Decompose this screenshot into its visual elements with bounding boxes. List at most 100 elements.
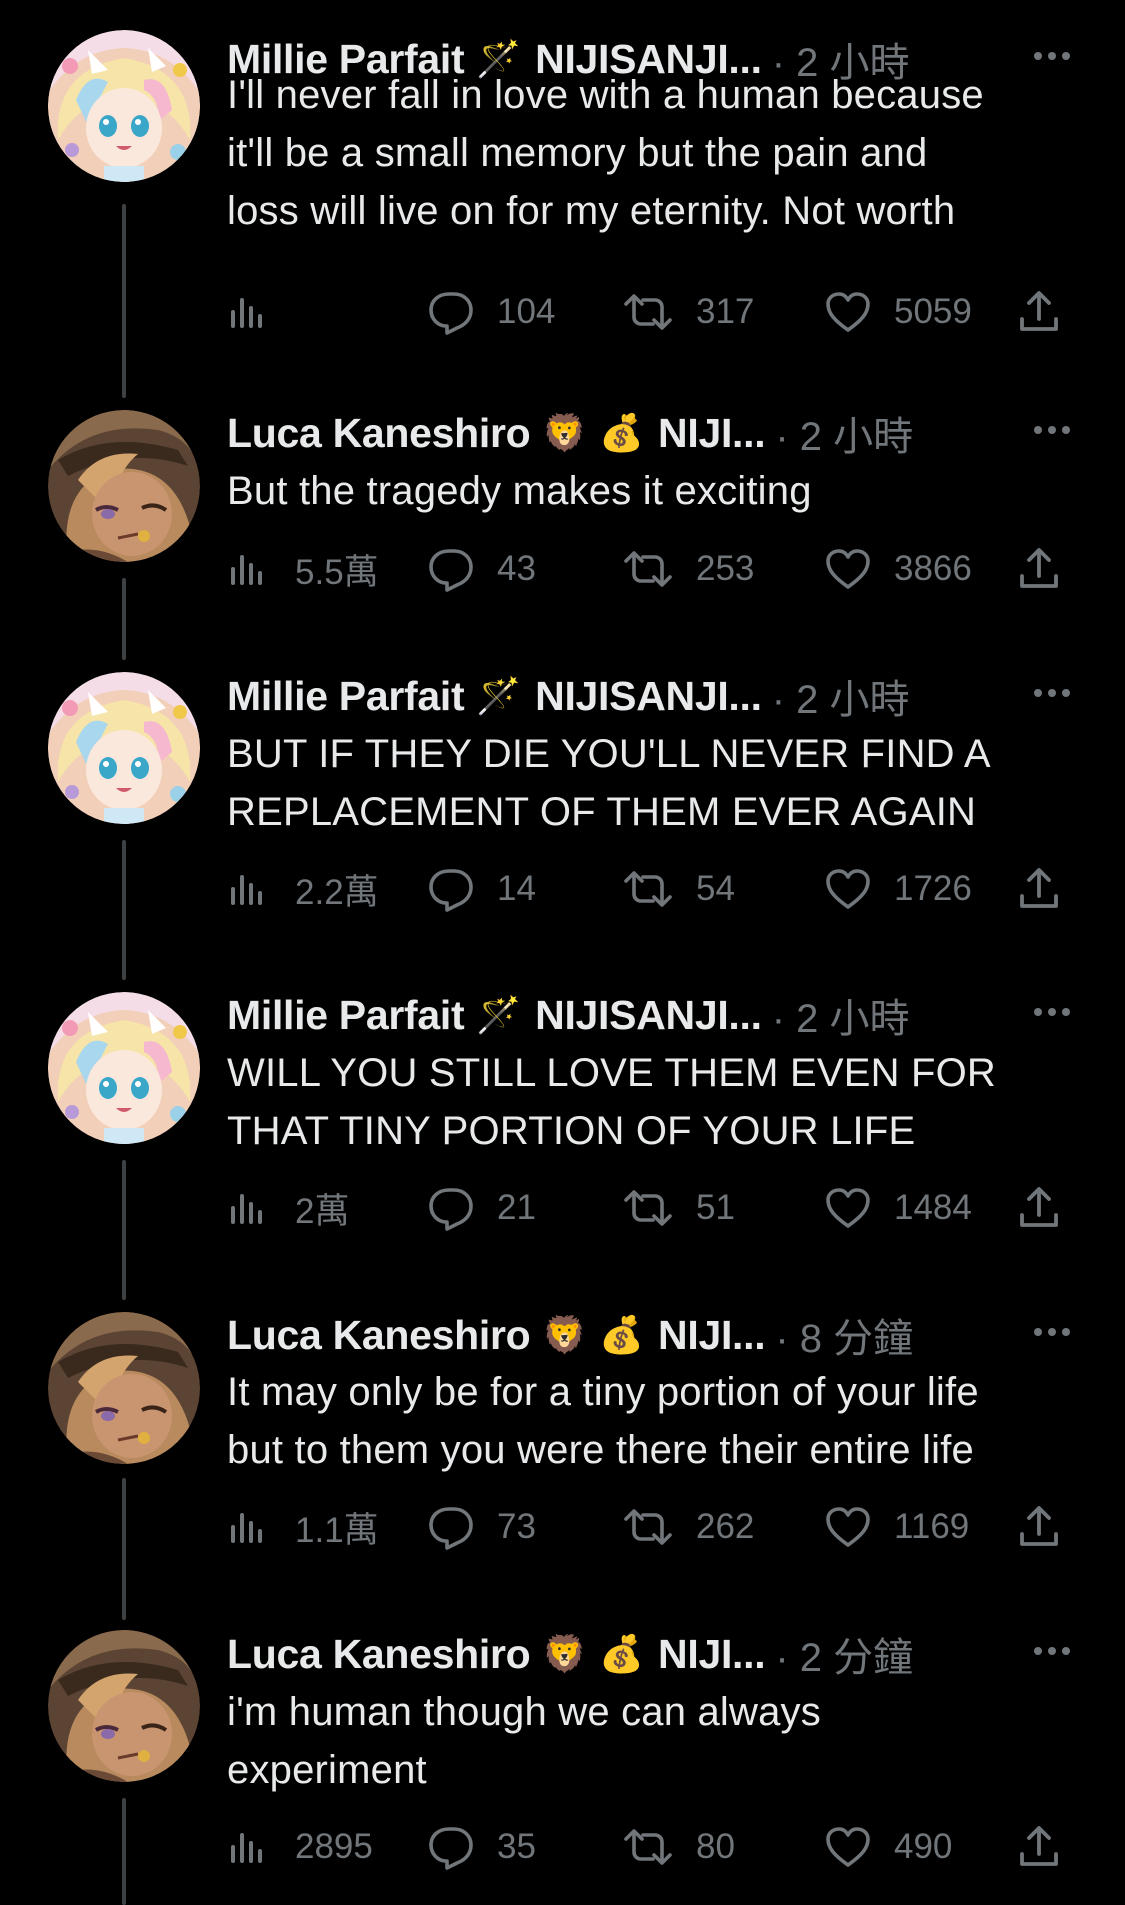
tweet-text: But the tragedy makes it exciting: [227, 462, 1085, 520]
retweet-icon: [622, 1505, 674, 1549]
author-name-suffix[interactable]: NIJI...: [658, 1312, 766, 1359]
avatar[interactable]: [48, 1312, 200, 1464]
tweet-actions: 104 317 5059: [227, 282, 1077, 342]
views-button[interactable]: 2895: [227, 1817, 373, 1877]
heart-icon: [824, 1186, 872, 1230]
tweet-header: Luca Kaneshiro 🦁 💰 NIJI... · 2 小時: [227, 404, 1077, 462]
avatar[interactable]: [48, 992, 200, 1144]
share-button[interactable]: [1017, 1817, 1061, 1877]
reply-button[interactable]: 73: [427, 1497, 536, 1557]
reply-button[interactable]: 21: [427, 1178, 536, 1238]
reply-count: 21: [497, 1188, 536, 1227]
tweet[interactable]: Luca Kaneshiro 🦁 💰 NIJI... · 2 小時 But the tra…: [0, 404, 1125, 592]
tweet-header: Millie Parfait 🪄 NIJISANJI... · 2 小時: [227, 667, 1077, 725]
like-button[interactable]: 3866: [824, 539, 972, 599]
more-icon[interactable]: [1027, 410, 1077, 450]
author-name[interactable]: Millie Parfait: [227, 992, 465, 1039]
views-button[interactable]: 2萬: [227, 1178, 349, 1238]
like-button[interactable]: 1169: [824, 1497, 969, 1557]
more-icon[interactable]: [1027, 992, 1077, 1032]
tweet-text-line: it'll be a small memory but the pain and: [227, 131, 928, 175]
tweet-timestamp[interactable]: · 2 小時: [775, 404, 913, 462]
retweet-count: 262: [696, 1507, 755, 1546]
like-button[interactable]: 1484: [824, 1178, 972, 1238]
retweet-icon: [622, 290, 674, 334]
retweet-icon: [622, 1186, 674, 1230]
reply-count: 43: [497, 549, 536, 588]
retweet-button[interactable]: 262: [622, 1497, 754, 1557]
author-name[interactable]: Luca Kaneshiro: [227, 1631, 531, 1678]
tweet[interactable]: Luca Kaneshiro 🦁 💰 NIJI... · 8 分鐘 It may only…: [0, 1306, 1125, 1550]
like-button[interactable]: 5059: [824, 282, 972, 342]
tweet-actions: 5.5萬 43 253 3866: [227, 539, 1077, 599]
like-button[interactable]: 490: [824, 1817, 952, 1877]
tweet[interactable]: Luca Kaneshiro 🦁 💰 NIJI... · 2 分鐘 i'm human t…: [0, 1625, 1125, 1870]
name-emoji: 🦁: [542, 1633, 588, 1674]
views-button[interactable]: 1.1萬: [227, 1497, 379, 1557]
share-icon: [1017, 546, 1061, 592]
more-icon[interactable]: [1027, 1312, 1077, 1352]
like-count: 490: [894, 1827, 953, 1866]
heart-icon: [824, 290, 872, 334]
views-button[interactable]: 2.2萬: [227, 859, 379, 919]
tweet-timestamp[interactable]: · 8 分鐘: [775, 1306, 913, 1364]
reply-button[interactable]: 43: [427, 539, 536, 599]
tweet-timestamp[interactable]: · 2 小時: [772, 986, 910, 1044]
retweet-button[interactable]: 253: [622, 539, 754, 599]
share-button[interactable]: [1017, 1178, 1061, 1238]
author-name-suffix[interactable]: NIJISANJI...: [535, 992, 762, 1039]
reply-button[interactable]: 35: [427, 1817, 536, 1877]
tweet-actions: 2萬 21 51 1484: [227, 1178, 1077, 1238]
retweet-button[interactable]: 80: [622, 1817, 735, 1877]
author-name-suffix[interactable]: NIJISANJI...: [535, 673, 762, 720]
retweet-count: 253: [696, 549, 755, 588]
more-icon[interactable]: [1027, 673, 1077, 713]
reply-button[interactable]: 104: [427, 282, 555, 342]
retweet-icon: [622, 547, 674, 591]
views-count: 2萬: [295, 1191, 350, 1231]
share-icon: [1017, 1824, 1061, 1870]
tweet[interactable]: Millie Parfait 🪄 NIJISANJI... · 2 小時 I'll ne…: [0, 30, 1125, 335]
author-name-suffix[interactable]: NIJI...: [658, 410, 766, 457]
author-name[interactable]: Luca Kaneshiro: [227, 410, 531, 457]
tweet[interactable]: Millie Parfait 🪄 NIJISANJI... · 2 小時 WILL YO…: [0, 986, 1125, 1231]
views-button[interactable]: 5.5萬: [227, 539, 379, 599]
avatar[interactable]: [48, 1630, 200, 1782]
tweet-text-line: It may only be for a tiny portion of you…: [227, 1370, 979, 1414]
tweet-timestamp[interactable]: · 2 分鐘: [775, 1625, 913, 1683]
speech-bubble-icon: [427, 1185, 475, 1231]
share-button[interactable]: [1017, 1497, 1061, 1557]
share-icon: [1017, 289, 1061, 335]
reply-button[interactable]: 14: [427, 859, 536, 919]
tweet-text: i'm human though we can always experiment: [227, 1683, 1085, 1799]
retweet-button[interactable]: 317: [622, 282, 754, 342]
author-name[interactable]: Luca Kaneshiro: [227, 1312, 531, 1359]
share-button[interactable]: [1017, 859, 1061, 919]
avatar[interactable]: [48, 410, 200, 562]
author-name[interactable]: Millie Parfait: [227, 673, 465, 720]
avatar[interactable]: [48, 672, 200, 824]
reply-count: 35: [497, 1827, 536, 1866]
more-icon[interactable]: [1027, 1631, 1077, 1671]
bar-chart-icon: [227, 292, 267, 332]
tweet-actions: 1.1萬 73 262 1169: [227, 1497, 1077, 1557]
avatar[interactable]: [48, 30, 200, 182]
views-button[interactable]: [227, 282, 295, 342]
name-emoji: 🪄: [476, 675, 522, 716]
tweet-header: Luca Kaneshiro 🦁 💰 NIJI... · 8 分鐘: [227, 1306, 1077, 1364]
share-button[interactable]: [1017, 539, 1061, 599]
reply-count: 104: [497, 292, 556, 331]
heart-icon: [824, 1825, 872, 1869]
retweet-button[interactable]: 54: [622, 859, 735, 919]
tweet-header: Luca Kaneshiro 🦁 💰 NIJI... · 2 分鐘: [227, 1625, 1077, 1683]
name-emoji: 💰: [599, 1633, 645, 1674]
tweet[interactable]: Millie Parfait 🪄 NIJISANJI... · 2 小時 BUT IF …: [0, 667, 1125, 912]
share-button[interactable]: [1017, 282, 1061, 342]
thread-connector-line: [122, 204, 126, 398]
author-name-suffix[interactable]: NIJI...: [658, 1631, 766, 1678]
views-count: 2.2萬: [295, 872, 379, 912]
retweet-button[interactable]: 51: [622, 1178, 735, 1238]
tweet-timestamp[interactable]: · 2 小時: [772, 667, 910, 725]
like-button[interactable]: 1726: [824, 859, 972, 919]
name-emoji: 💰: [599, 1314, 645, 1355]
